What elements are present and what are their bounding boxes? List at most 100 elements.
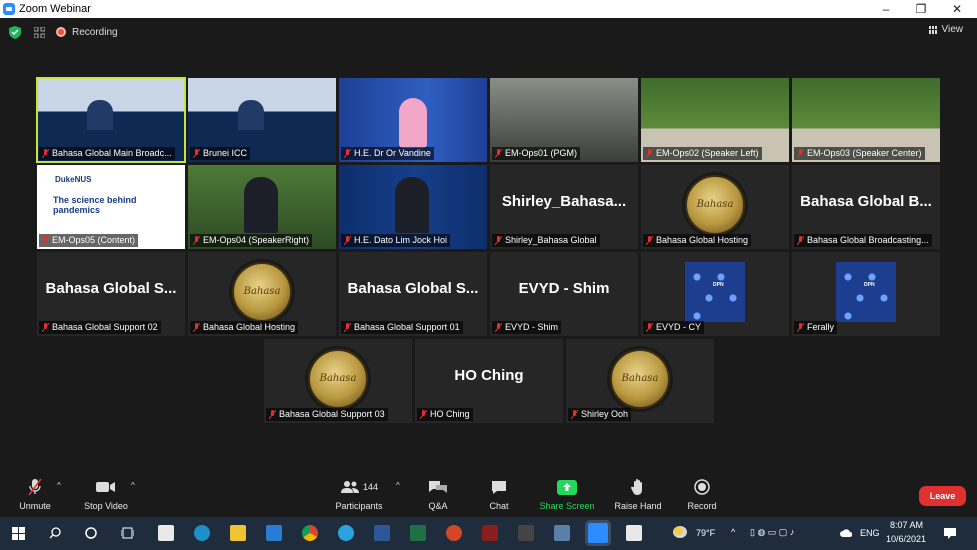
dpn-background: DPN bbox=[836, 262, 896, 322]
video-tile[interactable]: Bahasa Global Main Broadc... bbox=[36, 77, 186, 163]
video-tile[interactable]: Shirley_Bahasa... Shirley_Bahasa Global bbox=[490, 165, 638, 249]
microphone-muted-icon bbox=[42, 323, 49, 332]
share-screen-button[interactable]: Share Screen bbox=[537, 477, 597, 515]
pdf-icon[interactable] bbox=[626, 525, 642, 541]
tray-icons[interactable]: ▯ ◍ ▭ ▢ ♪ bbox=[750, 527, 794, 538]
grid-layout-icon[interactable] bbox=[34, 27, 45, 38]
close-button[interactable]: ✕ bbox=[939, 0, 975, 18]
mail-icon[interactable] bbox=[266, 525, 282, 541]
audio-options-caret-icon[interactable]: ^ bbox=[57, 481, 61, 490]
app-icon[interactable] bbox=[482, 525, 498, 541]
video-tile[interactable]: Brunei ICC bbox=[188, 78, 336, 162]
stop-video-label: Stop Video bbox=[84, 501, 128, 511]
leave-button[interactable]: Leave bbox=[919, 486, 966, 506]
clock-time[interactable]: 8:07 AM bbox=[890, 520, 923, 530]
cortana-icon[interactable] bbox=[85, 527, 97, 539]
chat-icon bbox=[492, 480, 506, 494]
word-icon[interactable] bbox=[374, 525, 390, 541]
video-tile[interactable]: EM-Ops02 (Speaker Left) bbox=[641, 78, 789, 162]
shield-icon[interactable] bbox=[9, 26, 21, 39]
store-icon[interactable] bbox=[158, 525, 174, 541]
video-tile[interactable]: Bahasa Global B... Bahasa Global Broadcas… bbox=[792, 165, 940, 249]
participants-button[interactable]: 144 Participants bbox=[330, 477, 388, 515]
qa-button[interactable]: Q&A bbox=[422, 477, 454, 515]
language-indicator[interactable]: ENG bbox=[860, 528, 880, 538]
video-tile[interactable]: EVYD - Shim EVYD - Shim bbox=[490, 252, 638, 336]
file-explorer-icon[interactable] bbox=[230, 525, 246, 541]
video-tile[interactable]: H.E. Dato Lim Jock Hoi bbox=[339, 165, 487, 249]
chrome-icon[interactable] bbox=[302, 525, 318, 541]
weather-icon[interactable] bbox=[673, 526, 687, 538]
windows-taskbar: 79°F ^ ▯ ◍ ▭ ▢ ♪ ENG 8:07 AM 10/6/2021 bbox=[0, 517, 977, 550]
minimize-button[interactable]: – bbox=[868, 0, 904, 18]
maximize-button[interactable]: ❐ bbox=[903, 0, 939, 18]
participant-name: EVYD - CY bbox=[656, 322, 702, 332]
video-tile[interactable]: EM-Ops01 (PGM) bbox=[490, 78, 638, 162]
excel-icon[interactable] bbox=[410, 525, 426, 541]
app-icon-2[interactable] bbox=[518, 525, 534, 541]
video-tile[interactable]: Bahasa Global S... Bahasa Global Support … bbox=[37, 252, 185, 336]
video-tile[interactable]: EM-Ops03 (Speaker Center) bbox=[792, 78, 940, 162]
participant-name: Brunei ICC bbox=[203, 148, 248, 158]
participants-options-caret-icon[interactable]: ^ bbox=[396, 481, 400, 490]
bahasa-logo-text: Bahasa bbox=[243, 286, 281, 297]
participant-label: Bahasa Global Main Broadc... bbox=[39, 147, 175, 160]
video-tile[interactable]: Bahasa Bahasa Global Hosting bbox=[188, 252, 336, 336]
video-tile[interactable]: H.E. Dr Or Vandine bbox=[339, 78, 487, 162]
microphone-muted-icon bbox=[495, 236, 502, 245]
slide-brand: DukeNUS bbox=[55, 175, 92, 184]
window-title: Zoom Webinar bbox=[19, 3, 91, 15]
participant-label: Bahasa Global Support 01 bbox=[341, 321, 463, 334]
task-view-icon[interactable] bbox=[121, 527, 134, 539]
video-tile[interactable]: HO Ching HO Ching bbox=[415, 339, 563, 423]
microphone-muted-icon bbox=[193, 149, 200, 158]
onedrive-icon[interactable] bbox=[840, 528, 852, 537]
view-button[interactable]: View bbox=[928, 24, 964, 35]
microphone-muted-icon bbox=[344, 323, 351, 332]
chat-button[interactable]: Chat bbox=[484, 477, 514, 515]
participant-name: EM-Ops02 (Speaker Left) bbox=[656, 148, 759, 158]
participant-label: Brunei ICC bbox=[190, 147, 251, 160]
participant-label: Bahasa Global Hosting bbox=[190, 321, 299, 334]
participant-name: Bahasa Global Broadcasting... bbox=[807, 235, 929, 245]
view-label: View bbox=[941, 24, 964, 35]
telegram-icon[interactable] bbox=[338, 525, 354, 541]
video-tile[interactable]: DPN Ferally bbox=[792, 252, 940, 336]
weather-temp[interactable]: 79°F bbox=[696, 528, 715, 538]
participant-name: EM-Ops04 (SpeakerRight) bbox=[203, 235, 310, 245]
participant-label: Shirley_Bahasa Global bbox=[492, 234, 600, 247]
search-icon[interactable] bbox=[49, 527, 61, 539]
participant-name: H.E. Dr Or Vandine bbox=[354, 148, 431, 158]
video-tile[interactable]: Bahasa Global S... Bahasa Global Support … bbox=[339, 252, 487, 336]
powerpoint-icon[interactable] bbox=[446, 525, 462, 541]
video-tile[interactable]: EM-Ops04 (SpeakerRight) bbox=[188, 165, 336, 249]
video-tile[interactable]: Bahasa Bahasa Global Hosting bbox=[641, 165, 789, 249]
unmute-button[interactable]: Unmute bbox=[14, 477, 56, 515]
stop-video-button[interactable]: Stop Video bbox=[80, 477, 132, 515]
participant-name-display: Bahasa Global B... bbox=[800, 193, 932, 210]
record-button[interactable]: Record bbox=[684, 477, 720, 515]
participant-label: EM-Ops03 (Speaker Center) bbox=[794, 147, 925, 160]
app-icon-3[interactable] bbox=[554, 525, 570, 541]
participant-name-display: Bahasa Global S... bbox=[45, 280, 177, 297]
tray-chevron-icon[interactable]: ^ bbox=[731, 527, 735, 537]
notifications-icon[interactable] bbox=[944, 528, 956, 539]
participant-name: EM-Ops05 (Content) bbox=[52, 235, 136, 245]
microphone-muted-icon bbox=[420, 410, 427, 419]
microphone-muted-icon bbox=[28, 478, 42, 496]
video-options-caret-icon[interactable]: ^ bbox=[131, 481, 135, 490]
video-tile[interactable]: Bahasa Shirley Ooh bbox=[566, 339, 714, 423]
recording-indicator[interactable]: Recording bbox=[56, 25, 118, 39]
participants-label: Participants bbox=[335, 501, 383, 511]
microphone-muted-icon bbox=[495, 149, 502, 158]
zoom-taskbar-icon[interactable] bbox=[588, 523, 608, 543]
video-tile[interactable]: DukeNUS The science behind pandemics EM-Op… bbox=[37, 165, 185, 249]
windows-start-icon[interactable] bbox=[12, 527, 25, 540]
clock-date[interactable]: 10/6/2021 bbox=[886, 534, 926, 544]
unmute-label: Unmute bbox=[19, 501, 51, 511]
video-tile[interactable]: DPN EVYD - CY bbox=[641, 252, 789, 336]
video-tile[interactable]: Bahasa Bahasa Global Support 03 bbox=[264, 339, 412, 423]
edge-icon[interactable] bbox=[194, 525, 210, 541]
raise-hand-button[interactable]: Raise Hand bbox=[612, 477, 664, 515]
microphone-muted-icon bbox=[42, 149, 49, 158]
